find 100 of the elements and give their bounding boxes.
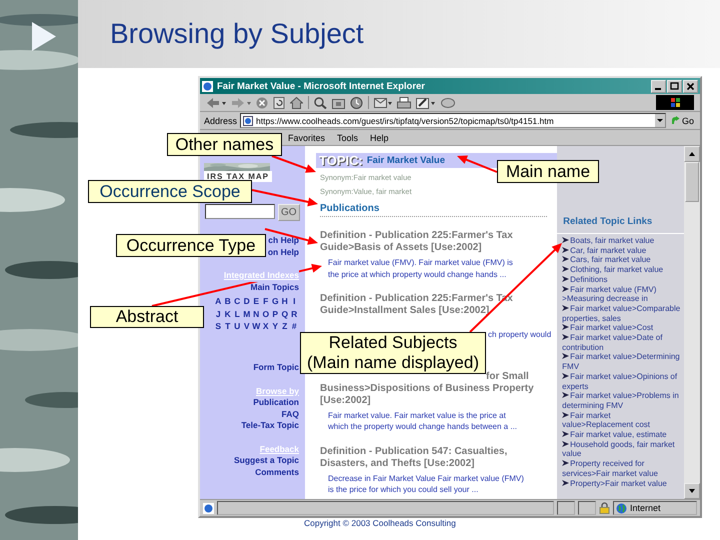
browser-icon [202,80,213,92]
home-icon[interactable] [290,96,303,108]
related-link[interactable]: Car, fair market value [562,246,682,256]
back-arrow-icon[interactable] [206,96,226,108]
status-panel [578,501,596,515]
letter-link[interactable]: O [261,308,270,320]
main-topics-link[interactable]: Main Topics [250,282,299,293]
related-link[interactable]: Fair market value>Date of contribution [562,333,682,352]
letter-link[interactable]: N [252,308,261,320]
menu-item[interactable]: Tools [337,132,358,142]
letter-link[interactable]: G [270,296,280,307]
arrow-bullet-icon [562,266,570,272]
letter-link[interactable]: H [280,296,290,307]
letter-link[interactable]: D [242,296,252,307]
related-link[interactable]: Cars, fair market value [562,255,682,266]
scroll-down-icon[interactable] [684,483,700,499]
related-link[interactable]: Clothing, fair market value [562,265,682,275]
related-link[interactable]: Fair market value>Opinions of experts [562,372,682,392]
letter-link[interactable]: V [242,321,252,332]
address-field[interactable]: https://www.coolheads.com/guest/irs/tipfatq/version52/topicmap/ts0/tp4151.htm [240,113,666,128]
letter-link[interactable]: B [223,296,232,307]
related-link[interactable]: Fair market value>Determining FMV [562,352,682,372]
arrow-bullet-icon [562,286,570,292]
letter-link[interactable]: P [270,308,280,320]
callout-label: Abstract [90,306,204,328]
letter-link[interactable]: I [290,296,299,307]
history-icon[interactable] [350,96,363,108]
discuss-icon[interactable] [441,96,455,108]
related-link[interactable]: Fair market value, estimate [562,430,682,440]
letter-link[interactable]: J [214,308,223,320]
entry-abstract: Decrease in Fair Market Value Fair market value (FMV) is the price for which you could sell your ... [328,472,525,496]
edit-icon[interactable] [416,96,436,108]
stop-icon[interactable] [256,96,268,108]
letter-link[interactable]: L [232,308,242,320]
related-link[interactable]: Fair market value (FMV) >Measuring decrease in [562,284,682,304]
form-topic-link[interactable]: Form Topic [253,362,299,374]
letter-link[interactable]: C [232,296,242,307]
maximize-icon[interactable] [667,80,682,92]
search-go-button[interactable]: GO [278,204,300,221]
topic-label: TOPIC: [319,154,363,168]
related-link[interactable]: Property received for services>Fair market value [562,459,682,479]
letter-link[interactable]: T [223,321,232,332]
arrow-bullet-icon [562,480,570,486]
printer-icon[interactable] [397,96,411,108]
pointer-arrow [252,189,318,206]
letter-link[interactable]: A [214,296,223,307]
browse-link[interactable]: Tele-Tax Topic [241,420,299,432]
topic-name: Fair Market Value [366,155,445,166]
letter-link[interactable]: K [223,308,232,320]
letter-link[interactable]: # [290,321,299,332]
play-triangle-icon [32,22,56,51]
arrow-bullet-icon [562,431,570,438]
related-link[interactable]: Fair market value>Problems in determining FMV [562,391,682,411]
minimize-icon[interactable] [651,80,666,92]
entry-title[interactable]: Definition - Publication 225:Farmer's Tax Guide>Basis of Assets [Use:2002] [320,230,552,254]
arrow-bullet-icon [562,237,570,243]
feedback-link[interactable]: Comments [255,466,299,478]
entry-abstract: ch property would [487,329,552,340]
letter-link[interactable]: Z [280,321,290,332]
refresh-icon[interactable] [273,96,285,108]
scroll-thumb[interactable] [685,162,699,202]
search-field[interactable] [205,204,275,219]
related-link[interactable]: Household goods, fair market value [562,440,682,460]
help-link[interactable]: on Help [268,246,299,258]
menu-item[interactable]: Help [370,132,389,142]
menu-item[interactable]: Favorites [288,132,326,142]
browse-link[interactable]: Publication [253,397,299,408]
related-link[interactable]: Definitions [562,274,682,285]
letter-link[interactable]: S [214,321,223,332]
search-icon[interactable] [314,96,327,108]
related-link[interactable]: Fair market value>Replacement cost [562,410,682,430]
letter-link[interactable]: M [242,308,252,320]
forward-arrow-icon[interactable] [231,96,251,108]
arrow-bullet-icon [562,460,570,466]
letter-link[interactable]: Q [280,308,290,320]
browse-link[interactable]: FAQ [282,408,299,420]
folder-icon[interactable] [332,96,345,108]
callout-label: Occurrence Scope [88,180,252,203]
letter-link[interactable]: Y [270,321,280,332]
scrollbar[interactable] [684,146,700,499]
close-icon[interactable] [683,80,698,92]
related-link[interactable]: Fair market value>Comparable properties, sales [562,304,682,324]
letter-link[interactable]: R [290,308,299,320]
letter-link[interactable]: E [252,296,261,307]
scroll-up-icon[interactable] [684,146,700,162]
arrow-bullet-icon [562,334,570,340]
letter-link[interactable]: U [232,321,242,332]
feedback-link[interactable]: Suggest a Topic [234,455,299,466]
related-link[interactable]: Boats, fair market value [562,236,682,246]
entry-title[interactable]: Definition - Publication 547: Casualties, Disasters, and Thefts [Use:2002] [320,446,552,470]
letter-link[interactable]: X [261,321,270,332]
related-link[interactable]: Fair market value>Cost [562,323,682,334]
letter-link[interactable]: F [261,296,270,307]
help-link[interactable]: ch Help [268,235,299,246]
letter-link[interactable]: W [252,321,261,332]
arrow-bullet-icon [562,392,570,398]
mail-icon[interactable] [374,96,392,108]
pointer-arrow [264,228,318,245]
section-heading: Publications [320,203,380,214]
related-link[interactable]: Property>Fair market value [562,478,682,488]
